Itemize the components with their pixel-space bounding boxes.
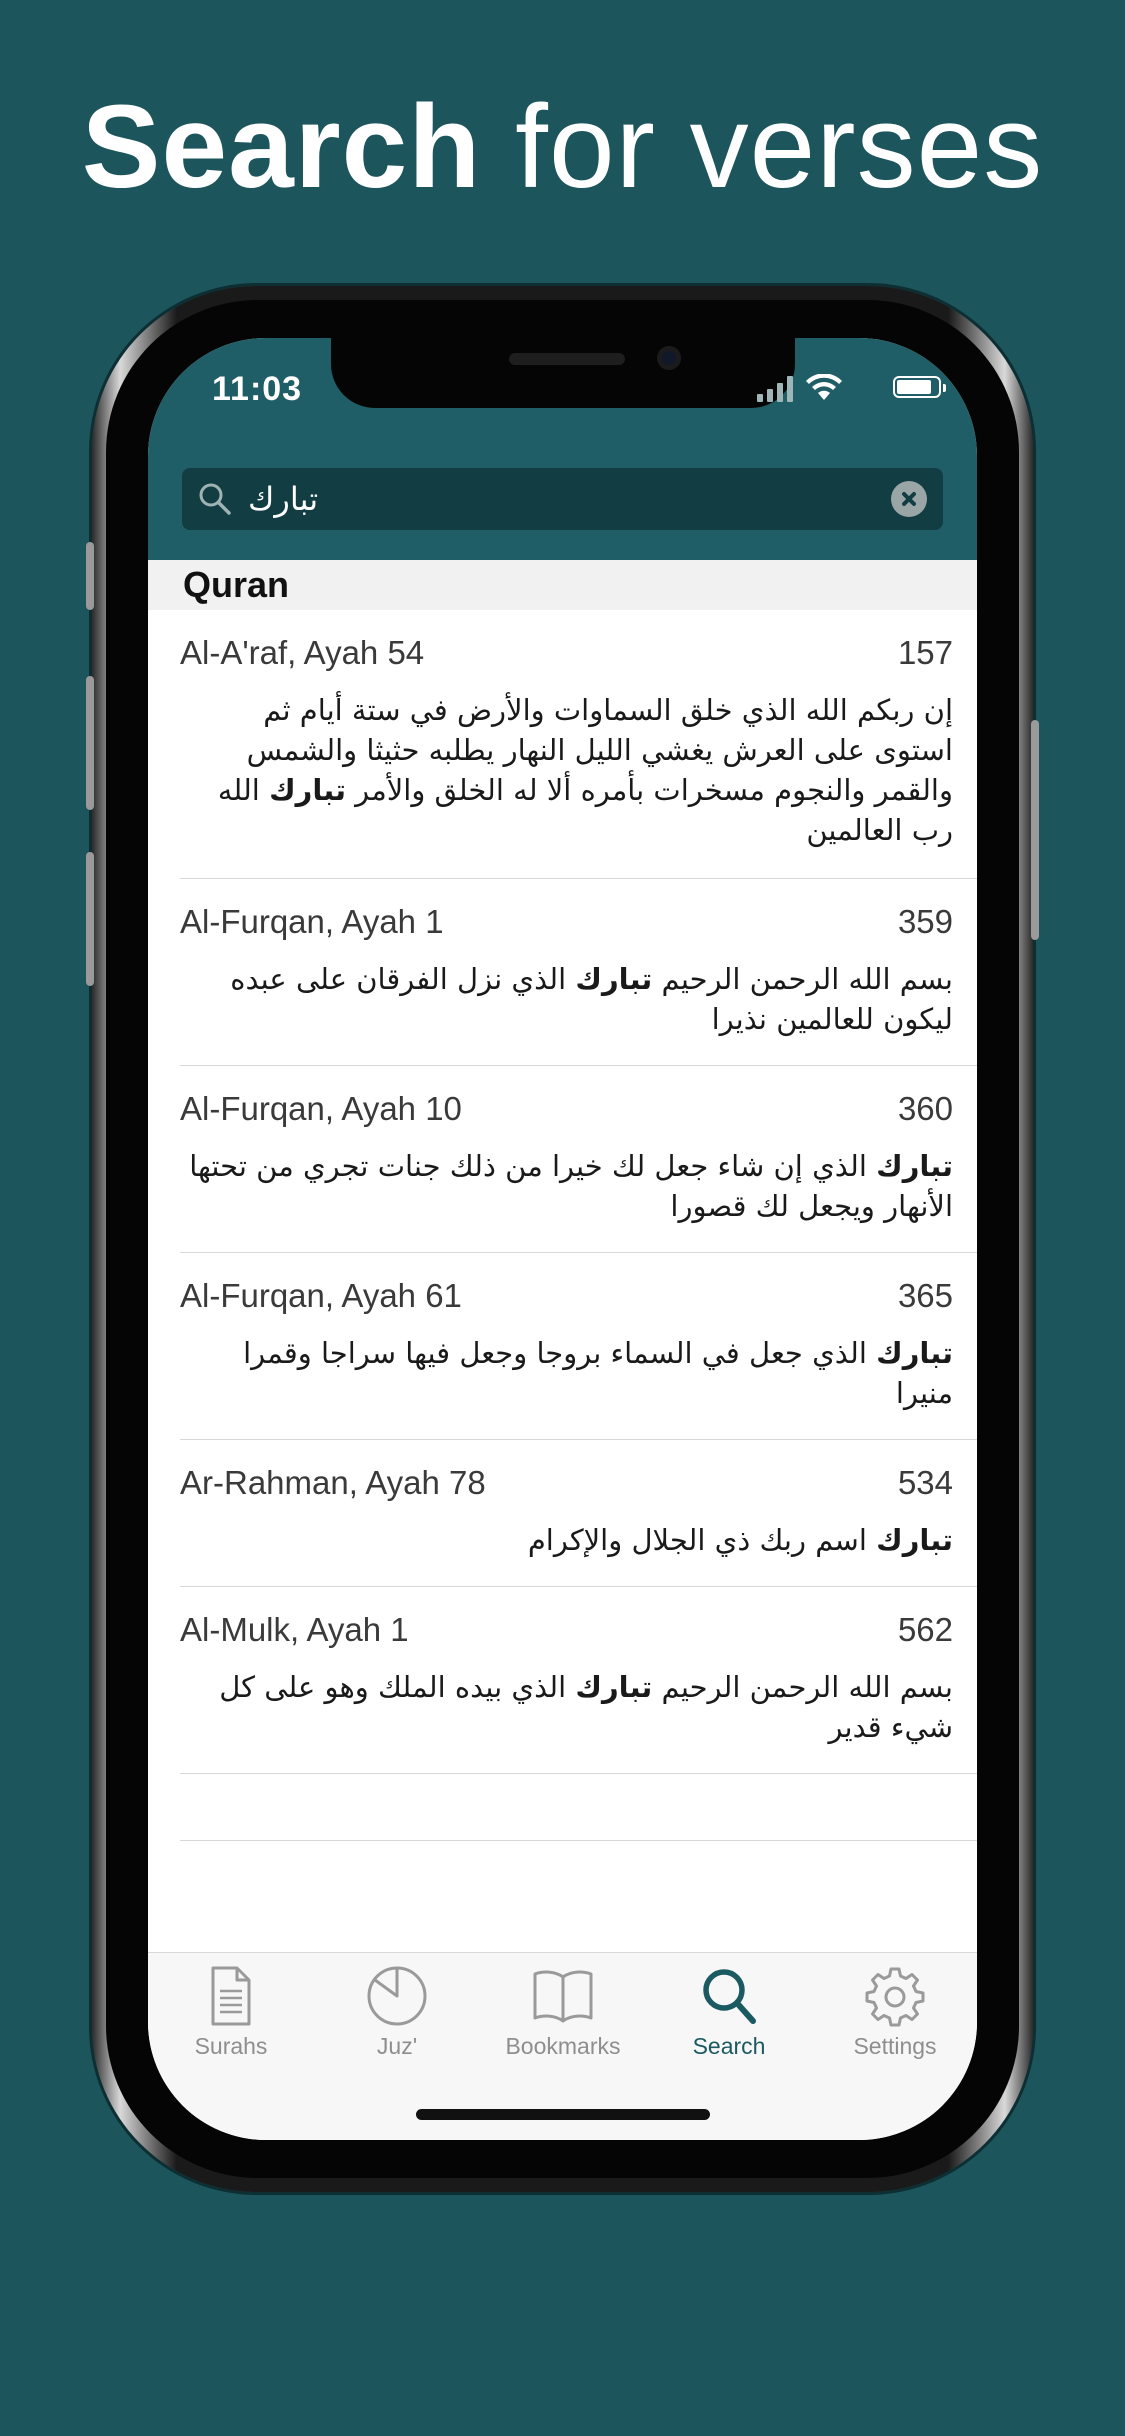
result-page: 562: [897, 1611, 953, 1648]
promo-headline: Search for verses: [0, 82, 1125, 212]
tab-juz[interactable]: Juz': [314, 1965, 480, 2065]
front-camera: [657, 346, 681, 370]
result-verse: إن ربكم الله الذي خلق السماوات والأرض في…: [217, 693, 953, 847]
phone-screen: 11:03 تبارك Quran Al-A'raf, Ayah 54 157 …: [148, 338, 977, 2140]
speaker-grille: [509, 353, 625, 365]
promo-headline-light: for verses: [515, 81, 1044, 213]
tab-search[interactable]: Search: [646, 1965, 812, 2065]
notch: [331, 338, 795, 408]
highlight: تبارك: [876, 1523, 953, 1557]
tab-label: Settings: [853, 2033, 937, 2059]
phone-volume-down-button: [86, 852, 94, 986]
tab-surahs[interactable]: Surahs: [148, 1965, 314, 2065]
clear-x-icon[interactable]: [891, 481, 927, 517]
highlight: تبارك: [876, 1336, 953, 1370]
tab-label: Bookmarks: [505, 2033, 621, 2059]
tab-label: Juz': [376, 2033, 418, 2059]
phone-mute-switch: [86, 542, 94, 610]
list-separator: [180, 1840, 977, 1841]
results-list: Al-A'raf, Ayah 54 157 إن ربكم الله الذي …: [148, 610, 977, 1774]
result-reference: Al-Furqan, Ayah 61: [180, 1277, 462, 1314]
tab-bar: Surahs Juz' Bookmarks Search Settings: [148, 1952, 977, 2140]
result-verse: تبارك الذي إن شاء جعل لك خيرا من ذلك جنا…: [189, 1149, 953, 1223]
result-verse: تبارك الذي جعل في السماء بروجا وجعل فيها…: [243, 1336, 953, 1410]
result-reference: Al-A'raf, Ayah 54: [180, 634, 425, 671]
document-icon: [211, 1966, 251, 2026]
wifi-icon: [806, 374, 842, 400]
cellular-signal-icon: [757, 376, 795, 402]
promo-headline-bold: Search: [81, 81, 482, 213]
result-reference: Ar-Rahman, Ayah 78: [180, 1464, 486, 1501]
search-field[interactable]: تبارك: [182, 468, 943, 530]
tab-label: Surahs: [194, 2033, 268, 2059]
result-page: 365: [897, 1277, 953, 1314]
result-item[interactable]: Al-Mulk, Ayah 1 562 بسم الله الرحمن الرح…: [180, 1587, 977, 1774]
result-reference: Al-Mulk, Ayah 1: [180, 1611, 409, 1648]
app-bar: 11:03 تبارك: [148, 338, 977, 560]
result-reference: Al-Furqan, Ayah 10: [180, 1090, 462, 1127]
tab-settings[interactable]: Settings: [812, 1965, 977, 2065]
result-item[interactable]: Al-Furqan, Ayah 10 360 تبارك الذي إن شاء…: [180, 1066, 977, 1253]
result-page: 359: [897, 903, 953, 940]
pie-icon: [367, 1966, 427, 2026]
home-indicator[interactable]: [416, 2109, 710, 2120]
highlight: تبارك: [575, 1670, 653, 1704]
magnifier-icon: [199, 483, 231, 515]
status-icons: [741, 372, 946, 402]
section-header: Quran: [148, 560, 977, 610]
result-reference: Al-Furqan, Ayah 1: [180, 903, 444, 940]
result-verse: بسم الله الرحمن الرحيم تبارك الذي بيده ا…: [219, 1670, 953, 1744]
result-page: 360: [897, 1090, 953, 1127]
result-page: 534: [897, 1464, 953, 1501]
result-verse: تبارك اسم ربك ذي الجلال والإكرام: [527, 1523, 953, 1557]
highlight: تبارك: [876, 1149, 953, 1183]
tab-label: Search: [692, 2033, 766, 2059]
search-query[interactable]: تبارك: [248, 480, 318, 518]
status-time: 11:03: [212, 370, 303, 408]
result-page: 157: [897, 634, 953, 671]
battery-icon: [893, 376, 946, 398]
result-item[interactable]: Ar-Rahman, Ayah 78 534 تبارك اسم ربك ذي …: [180, 1440, 977, 1587]
result-item[interactable]: Al-Furqan, Ayah 61 365 تبارك الذي جعل في…: [180, 1253, 977, 1440]
result-verse: بسم الله الرحمن الرحيم تبارك الذي نزل ال…: [230, 962, 953, 1036]
tab-bookmarks[interactable]: Bookmarks: [480, 1965, 646, 2065]
result-item[interactable]: Al-Furqan, Ayah 1 359 بسم الله الرحمن ال…: [180, 879, 977, 1066]
section-title: Quran: [183, 564, 290, 605]
phone-power-button: [1031, 720, 1039, 940]
book-icon: [533, 1970, 593, 2023]
gear-icon: [865, 1967, 925, 2027]
search-icon: [703, 1969, 756, 2024]
highlight: تبارك: [269, 773, 346, 807]
highlight: تبارك: [575, 962, 653, 996]
result-item[interactable]: Al-A'raf, Ayah 54 157 إن ربكم الله الذي …: [180, 610, 977, 879]
phone-volume-up-button: [86, 676, 94, 810]
